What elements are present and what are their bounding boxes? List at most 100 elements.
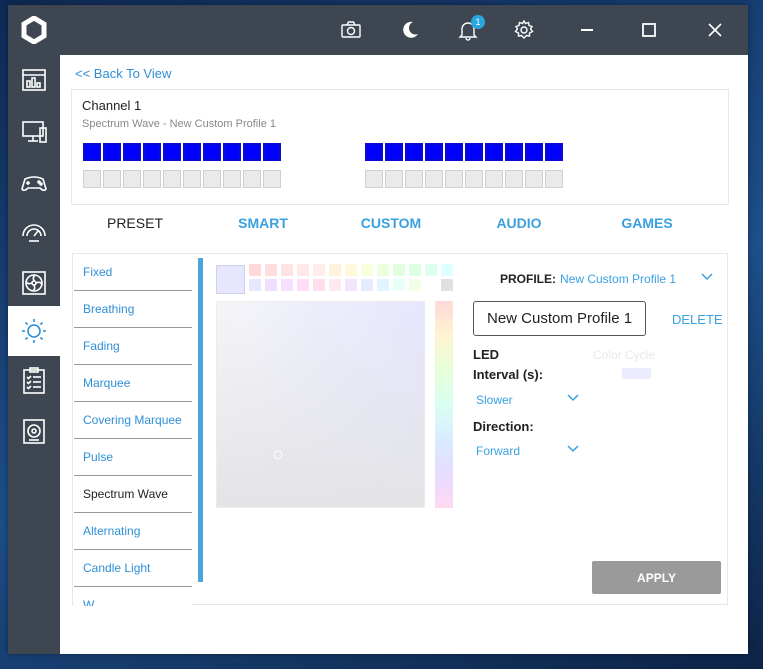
direction-select[interactable]: Forward (476, 444, 520, 458)
color-swatch[interactable] (441, 264, 453, 276)
fan-icon[interactable] (8, 258, 60, 308)
led-segment-on (263, 143, 281, 161)
picker-cursor-icon[interactable] (273, 450, 283, 460)
led-segment-on (83, 143, 101, 161)
led-segment-off (123, 170, 141, 188)
tab-games[interactable]: GAMES (583, 215, 711, 231)
effect-item-marquee[interactable]: Marquee (74, 365, 192, 402)
color-swatch[interactable] (297, 279, 309, 291)
led-segment-on (223, 143, 241, 161)
checklist-icon[interactable] (8, 356, 60, 406)
tab-custom[interactable]: CUSTOM (327, 215, 455, 231)
apply-button[interactable]: APPLY (592, 561, 721, 594)
led-segment-on (143, 143, 161, 161)
back-to-view-link[interactable]: << Back To View (75, 66, 171, 81)
led-segment-on (505, 143, 523, 161)
color-swatch[interactable] (313, 264, 325, 276)
dashboard-icon[interactable] (8, 55, 60, 105)
effect-item-candle-light[interactable]: Candle Light (74, 550, 192, 587)
close-icon[interactable] (693, 5, 737, 55)
tab-smart[interactable]: SMART (199, 215, 327, 231)
led-segment-off (465, 170, 483, 188)
color-swatch[interactable] (281, 279, 293, 291)
title-bar: 1 (60, 5, 748, 55)
color-swatch[interactable] (281, 264, 293, 276)
led-segment-off (243, 170, 261, 188)
lighting-icon[interactable] (8, 306, 60, 356)
led-segment-on (163, 143, 181, 161)
led-segment-off (525, 170, 543, 188)
monitor-icon[interactable] (8, 107, 60, 157)
color-swatch[interactable] (377, 279, 389, 291)
effect-item-alternating[interactable]: Alternating (74, 513, 192, 550)
color-swatch[interactable] (361, 264, 373, 276)
led-segment-off (445, 170, 463, 188)
effect-item-covering-marquee[interactable]: Covering Marquee (74, 402, 192, 439)
color-swatch[interactable] (297, 264, 309, 276)
color-picker-area[interactable] (216, 301, 425, 508)
speaker-icon[interactable] (8, 406, 60, 456)
led-segment-on (123, 143, 141, 161)
led-row-active-right (365, 143, 563, 161)
color-swatch[interactable] (249, 279, 261, 291)
color-swatch[interactable] (249, 264, 261, 276)
color-swatch[interactable] (313, 279, 325, 291)
color-swatch[interactable] (329, 279, 341, 291)
color-swatch[interactable] (425, 279, 437, 291)
delete-button[interactable]: DELETE (672, 312, 723, 327)
led-segment-off (163, 170, 181, 188)
tab-preset[interactable]: PRESET (71, 215, 199, 231)
effect-item-breathing[interactable]: Breathing (74, 291, 192, 328)
color-swatch[interactable] (409, 279, 421, 291)
led-segment-on (183, 143, 201, 161)
gamepad-icon[interactable] (8, 158, 60, 208)
led-segment-on (405, 143, 423, 161)
color-swatch[interactable] (265, 279, 277, 291)
color-swatch[interactable] (393, 264, 405, 276)
led-segment-on (465, 143, 483, 161)
effect-item-fixed[interactable]: Fixed (74, 254, 192, 291)
maximize-icon[interactable] (627, 5, 671, 55)
color-swatch[interactable] (265, 264, 277, 276)
color-swatch[interactable] (409, 264, 421, 276)
interval-select[interactable]: Slower (476, 393, 513, 407)
color-swatch[interactable] (329, 264, 341, 276)
color-swatch[interactable] (441, 279, 453, 291)
moon-icon[interactable] (388, 5, 432, 55)
led-segment-off (263, 170, 281, 188)
chevron-down-icon[interactable] (700, 270, 714, 284)
effect-item-fading[interactable]: Fading (74, 328, 192, 365)
color-swatch[interactable] (345, 279, 357, 291)
bell-icon[interactable]: 1 (446, 5, 490, 55)
interval-label: Interval (s): (473, 367, 544, 382)
current-color-swatch (216, 265, 245, 294)
effect-item-pulse[interactable]: Pulse (74, 439, 192, 476)
app-logo-icon[interactable] (8, 5, 60, 55)
chevron-down-icon[interactable] (566, 391, 580, 405)
notification-badge: 1 (471, 15, 485, 29)
led-segment-off (545, 170, 563, 188)
effect-list[interactable]: Fixed Breathing Fading Marquee Covering … (73, 254, 193, 606)
led-segment-on (545, 143, 563, 161)
color-swatch[interactable] (425, 264, 437, 276)
led-segment-off (143, 170, 161, 188)
led-segment-off (425, 170, 443, 188)
color-swatch[interactable] (345, 264, 357, 276)
hue-slider[interactable] (435, 301, 453, 508)
sidebar (8, 5, 60, 654)
color-swatch[interactable] (361, 279, 373, 291)
tab-audio[interactable]: AUDIO (455, 215, 583, 231)
led-row-inactive-right (365, 170, 563, 188)
color-swatch[interactable] (393, 279, 405, 291)
profile-name-input[interactable] (473, 301, 646, 336)
camera-icon[interactable] (329, 5, 373, 55)
profile-select[interactable]: New Custom Profile 1 (560, 272, 676, 286)
gear-icon[interactable] (502, 5, 546, 55)
chevron-down-icon[interactable] (566, 442, 580, 456)
minimize-icon[interactable] (565, 5, 609, 55)
mode-tabs: PRESET SMART CUSTOM AUDIO GAMES (71, 215, 729, 243)
gauge-icon[interactable] (8, 208, 60, 258)
effect-item-partial[interactable]: W (74, 587, 192, 606)
effect-item-spectrum-wave[interactable]: Spectrum Wave (74, 476, 192, 513)
color-swatch[interactable] (377, 264, 389, 276)
